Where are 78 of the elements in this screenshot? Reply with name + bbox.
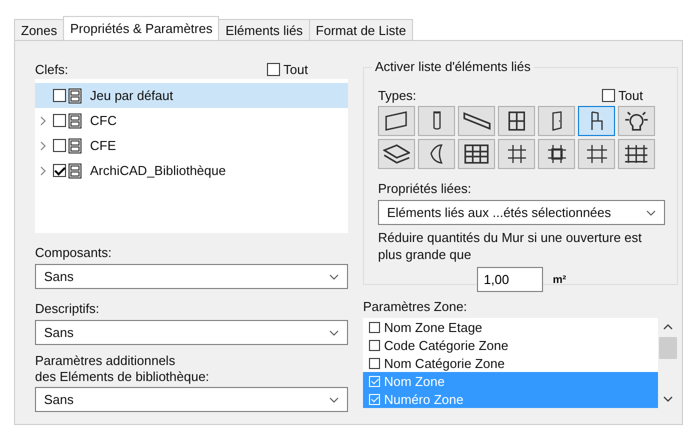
types-label: Types: — [378, 88, 416, 102]
components-label: Composants: — [35, 245, 113, 260]
grid-icon — [464, 144, 489, 164]
additional-parameters-label: Paramètres additionnels des Eléments de bibliothèque: — [35, 353, 210, 385]
area-input-field[interactable]: 1,00 — [476, 267, 543, 292]
tree-item[interactable]: CFE — [35, 133, 348, 158]
type-toggle-button[interactable] — [578, 139, 615, 169]
list-item[interactable]: Code Catégorie Zone — [363, 336, 658, 354]
panel-icon — [385, 111, 408, 131]
list-item[interactable]: Nom Catégorie Zone — [363, 354, 658, 372]
lightbulb-icon — [624, 111, 649, 131]
filled-hash-icon — [546, 144, 566, 164]
chevron-down-icon — [646, 210, 656, 216]
scroll-thumb[interactable] — [659, 337, 677, 359]
all-label: Tout — [283, 62, 308, 76]
unit-label: m² — [552, 274, 566, 286]
door-icon — [552, 111, 562, 131]
curved-shape-icon — [430, 144, 443, 164]
expand-icon[interactable] — [39, 140, 47, 150]
keys-label: Clefs: — [35, 62, 68, 76]
chair-icon — [590, 111, 602, 131]
scroll-up-icon[interactable] — [663, 324, 673, 330]
reduce-quantities-text: Réduire quantités du Mur si une ouverture est plus grande que — [378, 229, 643, 263]
type-toggle-button[interactable] — [378, 106, 415, 136]
checkbox[interactable] — [602, 88, 616, 102]
cross-grid-icon — [586, 144, 608, 164]
checkbox[interactable] — [369, 322, 380, 332]
descriptions-label: Descriptifs: — [35, 301, 100, 316]
descriptions-dropdown[interactable]: Sans — [35, 320, 348, 345]
checkbox[interactable] — [369, 358, 380, 368]
chevron-down-icon — [329, 274, 339, 280]
cylinder-icon — [432, 111, 440, 131]
checkbox[interactable] — [53, 89, 66, 102]
type-toggle-button[interactable] — [458, 106, 495, 136]
tree-item[interactable]: CFC — [35, 108, 348, 133]
expand-icon[interactable] — [39, 116, 47, 126]
cabinet-icon — [68, 138, 82, 154]
type-toggle-button[interactable] — [458, 139, 495, 169]
components-dropdown[interactable]: Sans — [35, 264, 348, 289]
cabinet-icon — [68, 112, 82, 128]
linked-properties-label: Propriétés liées: — [378, 181, 472, 196]
all-label: Tout — [618, 88, 643, 102]
type-toggle-button[interactable] — [498, 106, 535, 136]
tab[interactable]: Eléments liés — [218, 19, 310, 40]
type-toggle-button[interactable] — [618, 106, 655, 136]
zone-parameters-label: Paramètres Zone: — [363, 299, 468, 314]
type-toggle-button[interactable] — [418, 139, 455, 169]
type-toggle-button[interactable] — [618, 139, 655, 169]
checkbox[interactable] — [267, 62, 280, 76]
linked-properties-dropdown[interactable]: Eléments liés aux ...étés sélectionnées — [378, 200, 665, 225]
checkbox[interactable] — [369, 340, 380, 350]
tab[interactable]: Format de Liste — [308, 19, 414, 40]
scroll-down-icon[interactable] — [663, 396, 673, 402]
group-title: Activer liste d'éléments liés — [372, 59, 534, 74]
cabinet-icon — [68, 162, 82, 178]
expand-icon[interactable] — [39, 166, 47, 176]
chevron-down-icon — [329, 330, 339, 336]
cabinet-icon — [68, 88, 82, 104]
checkbox[interactable] — [53, 139, 66, 152]
type-toggle-button[interactable] — [578, 106, 615, 136]
dense-grid-icon — [624, 144, 649, 164]
type-toggle-button[interactable] — [378, 139, 415, 169]
tree-item[interactable]: Jeu par défaut — [35, 83, 348, 108]
chevron-down-icon — [329, 396, 339, 402]
type-toggle-button[interactable] — [538, 106, 575, 136]
tree-item[interactable]: ArchiCAD_Bibliothèque — [35, 158, 348, 183]
list-item[interactable]: Nom Zone Etage — [363, 318, 658, 336]
additional-parameters-dropdown[interactable]: Sans — [35, 387, 348, 412]
hash-icon — [506, 144, 526, 164]
window-icon — [508, 111, 526, 131]
tab[interactable]: Zones — [14, 19, 64, 40]
checkbox[interactable] — [53, 114, 66, 127]
type-toggle-button[interactable] — [538, 139, 575, 169]
layers-icon — [382, 144, 410, 164]
checkbox[interactable] — [53, 164, 66, 177]
type-toggle-button[interactable] — [498, 139, 535, 169]
beam-icon — [462, 111, 490, 131]
type-toggle-button[interactable] — [418, 106, 455, 136]
